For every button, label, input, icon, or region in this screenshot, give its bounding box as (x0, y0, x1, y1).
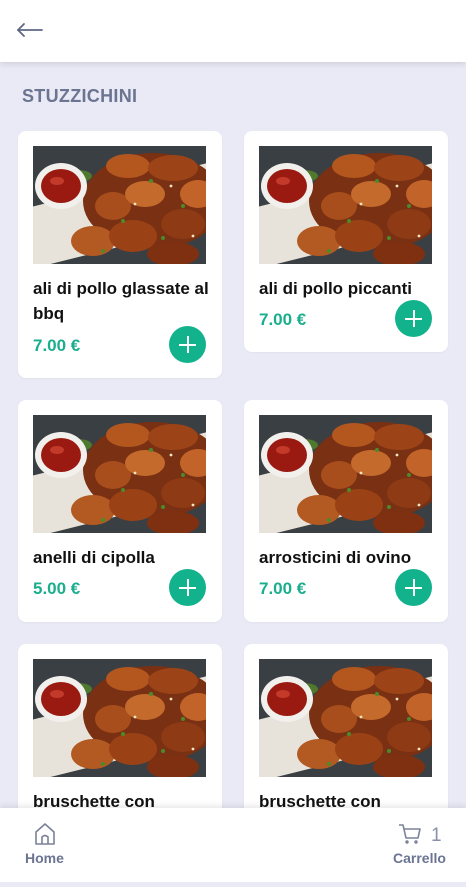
product-price: 7.00 € (33, 336, 81, 355)
add-to-cart-button[interactable] (169, 569, 206, 606)
cart-count-badge: 1 (431, 825, 442, 846)
product-name: ali di pollo glassate al bbq (33, 279, 209, 323)
nav-cart[interactable]: 1 Carrello (386, 808, 456, 882)
product-photo (33, 659, 206, 777)
product-photo (259, 415, 432, 533)
nav-home[interactable]: Home (18, 808, 78, 882)
product-photo (259, 659, 432, 777)
product-name: ali di pollo piccanti (259, 279, 413, 298)
product-grid: ali di pollo glassate al bbq 7.00 € ali … (0, 0, 466, 887)
nav-home-label: Home (25, 850, 64, 866)
product-price: 7.00 € (259, 310, 307, 329)
product-card[interactable]: ali di pollo glassate al bbq 7.00 € (18, 131, 222, 378)
product-card[interactable]: ali di pollo piccanti 7.00 € (244, 131, 448, 352)
product-photo (33, 415, 206, 533)
product-price: 7.00 € (259, 579, 307, 598)
product-name: anelli di cipolla (33, 548, 155, 567)
home-icon (35, 823, 55, 845)
product-price: 5.00 € (33, 579, 81, 598)
top-bar (0, 0, 466, 62)
product-card[interactable]: anelli di cipolla 5.00 € (18, 400, 222, 622)
add-to-cart-button[interactable] (395, 569, 432, 606)
nav-cart-label: Carrello (393, 850, 446, 866)
back-button[interactable] (14, 17, 46, 43)
cart-icon (399, 824, 421, 844)
add-to-cart-button[interactable] (169, 326, 206, 363)
arrow-left-icon (17, 23, 43, 37)
add-to-cart-button[interactable] (395, 300, 432, 337)
product-photo (33, 146, 206, 264)
product-photo (259, 146, 432, 264)
bottom-nav: Home 1 Carrello (0, 808, 466, 882)
product-name: arrosticini di ovino (259, 548, 412, 567)
bottom-edge (0, 882, 466, 887)
product-card[interactable]: arrosticini di ovino 7.00 € (244, 400, 448, 622)
